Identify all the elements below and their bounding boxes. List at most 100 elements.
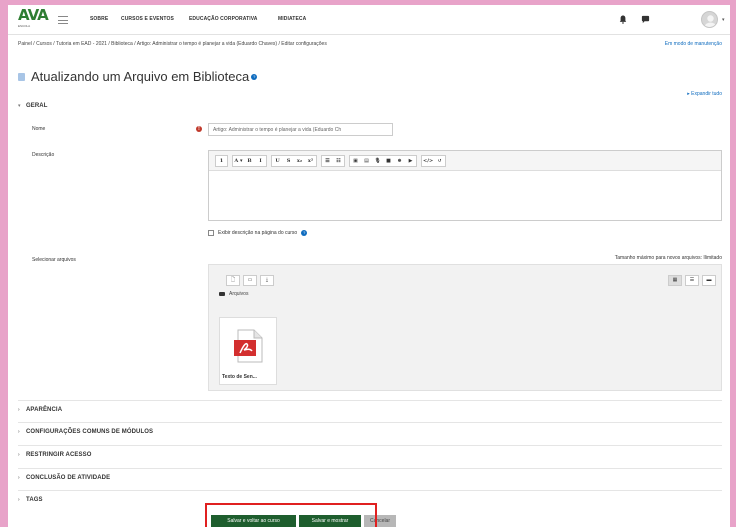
download-icon[interactable]: ⤓ [260, 275, 274, 286]
breadcrumb-item-artigo[interactable]: Artigo: Administrar o tempo é planejar a… [137, 41, 277, 47]
help-icon[interactable]: ? [301, 230, 308, 236]
file-item[interactable]: Texto de Sen... [219, 317, 277, 385]
expand-all-label: Expandir tudo [691, 91, 722, 97]
editor-toolbar-button[interactable]: S [283, 156, 294, 166]
editor-toolbar-button[interactable]: ☷ [333, 156, 344, 166]
name-label: Nome [32, 126, 46, 132]
editor-toolbar-button[interactable]: ▣ [350, 156, 361, 166]
breadcrumb-item-biblioteca[interactable]: Biblioteca [111, 41, 133, 47]
view-icons-icon[interactable]: ▦ [668, 275, 682, 286]
section-aparencia-header[interactable]: › APARÊNCIA [18, 407, 62, 413]
view-list-icon[interactable]: ☰ [685, 275, 699, 286]
logo-subtext: ESCOLA [18, 24, 31, 28]
divider [18, 468, 722, 469]
breadcrumb: Painel / Cursos / Tutoria em EAD - 2021 … [18, 41, 327, 47]
editor-toolbar-button[interactable]: ☰ [322, 156, 333, 166]
divider [18, 445, 722, 446]
hamburger-menu-icon[interactable] [58, 16, 68, 24]
file-icon [18, 72, 25, 81]
breadcrumb-item-cursos[interactable]: Cursos [36, 41, 52, 47]
divider [18, 400, 722, 401]
add-file-icon[interactable]: 🗋 [226, 275, 240, 286]
show-description-row: Exibir descrição na página do curso ? [208, 230, 308, 236]
editor-toolbar-button[interactable]: x₂ [294, 156, 305, 166]
chevron-right-icon: › [18, 429, 20, 435]
editor-toolbar-button[interactable]: B [244, 156, 255, 166]
file-manager-path-label: Arquivos [229, 291, 249, 297]
section-restringir-label: RESTRINGIR ACESSO [26, 452, 92, 458]
editor-toolbar-group: ▣ ▤ 🎙 ■ ⊕ ▶ [349, 154, 417, 167]
description-editor[interactable]: 1A ▾ B I U Sx₂ x² ☰ ☷ ▣ ▤ 🎙 ■ ⊕ ▶ </> ↺ [208, 150, 722, 221]
navbar: AVA ESCOLA SOBRE CURSOS E EVENTOS EDUCAÇ… [8, 5, 730, 35]
section-tags-label: TAGS [26, 497, 43, 503]
editor-toolbar-button[interactable]: I [255, 156, 266, 166]
nav-link-sobre[interactable]: SOBRE [90, 16, 108, 22]
help-icon[interactable]: ? [251, 73, 258, 80]
editor-toolbar: 1A ▾ B I U Sx₂ x² ☰ ☷ ▣ ▤ 🎙 ■ ⊕ ▶ </> ↺ [209, 151, 721, 171]
highlight-annotation [205, 503, 377, 527]
expand-all-link[interactable]: ▸ Expandir tudo [687, 91, 722, 97]
editor-toolbar-button[interactable]: ■ [383, 156, 394, 166]
chevron-right-icon: › [18, 475, 20, 481]
nav-link-cursos-eventos[interactable]: CURSOS E EVENTOS [121, 16, 174, 22]
required-icon: ! [196, 126, 202, 132]
name-input[interactable]: Artigo: Administrar o tempo é planejar a… [208, 123, 393, 136]
breadcrumb-item-editar: Editar configurações [281, 41, 327, 47]
description-label: Descrição [32, 152, 55, 158]
editor-toolbar-button[interactable]: </> [422, 156, 434, 166]
chevron-right-icon: › [18, 452, 20, 458]
editor-toolbar-group: A ▾ B I [232, 154, 267, 167]
editor-toolbar-button[interactable]: 🎙 [372, 156, 383, 166]
page-title-text: Atualizando um Arquivo em Biblioteca [31, 69, 250, 84]
section-geral-label: GERAL [26, 103, 48, 109]
section-conclusao-header[interactable]: › CONCLUSÃO DE ATIVIDADE [18, 475, 110, 481]
folder-icon [219, 292, 225, 296]
page: AVA ESCOLA SOBRE CURSOS E EVENTOS EDUCAÇ… [8, 5, 730, 527]
chat-icon[interactable] [641, 15, 650, 24]
chevron-down-icon: ▾ [18, 103, 21, 109]
logo-text: AVA [18, 6, 49, 24]
file-manager: 🗋 ▭ ⤓ ▦ ☰ ▬ Arquivos Texto de Sen... [208, 264, 722, 391]
chevron-right-icon: › [18, 497, 20, 503]
chevron-right-icon: › [18, 407, 20, 413]
bell-icon[interactable] [619, 15, 627, 24]
section-config-comuns-header[interactable]: › CONFIGURAÇÕES COMUNS DE MÓDULOS [18, 429, 153, 435]
nav-link-educacao-corporativa[interactable]: EDUCAÇÃO CORPORATIVA [189, 16, 257, 22]
page-title: Atualizando um Arquivo em Biblioteca ? [18, 69, 258, 84]
user-menu-chevron-down-icon[interactable]: ▾ [722, 17, 725, 23]
editor-toolbar-group: ☰ ☷ [321, 154, 345, 167]
site-logo[interactable]: AVA ESCOLA [18, 6, 49, 30]
editor-toolbar-group: U Sx₂ x² [271, 154, 317, 167]
section-aparencia-label: APARÊNCIA [26, 407, 63, 413]
select-files-label: Selecionar arquivos [32, 257, 76, 263]
section-conclusao-label: CONCLUSÃO DE ATIVIDADE [26, 475, 111, 481]
section-restringir-header[interactable]: › RESTRINGIR ACESSO [18, 452, 92, 458]
file-manager-path[interactable]: Arquivos [219, 291, 248, 297]
editor-toolbar-button[interactable]: A ▾ [233, 156, 244, 166]
breadcrumb-item-course[interactable]: Tutoria em EAD - 2021 [56, 41, 107, 47]
editor-toolbar-button[interactable]: ↺ [434, 156, 445, 166]
view-tree-icon[interactable]: ▬ [702, 275, 716, 286]
maintenance-mode-link[interactable]: Em modo de manutenção [665, 41, 722, 47]
pdf-file-icon [234, 329, 263, 363]
divider [18, 422, 722, 423]
editor-toolbar-button[interactable]: U [272, 156, 283, 166]
create-folder-icon[interactable]: ▭ [243, 275, 257, 286]
editor-toolbar-group: 1 [215, 154, 228, 167]
show-description-checkbox[interactable] [208, 230, 214, 236]
user-avatar[interactable] [701, 11, 718, 28]
show-description-label: Exibir descrição na página do curso [218, 230, 298, 236]
divider [18, 490, 722, 491]
editor-toolbar-group: </> ↺ [421, 154, 447, 167]
section-geral-header[interactable]: ▾ GERAL [18, 103, 48, 109]
editor-toolbar-button[interactable]: ⊕ [394, 156, 405, 166]
breadcrumb-item-painel[interactable]: Painel [18, 41, 32, 47]
section-config-comuns-label: CONFIGURAÇÕES COMUNS DE MÓDULOS [26, 429, 154, 435]
section-tags-header[interactable]: › TAGS [18, 497, 43, 503]
editor-toolbar-button[interactable]: ▤ [361, 156, 372, 166]
editor-toolbar-button[interactable]: x² [305, 156, 316, 166]
editor-toolbar-button[interactable]: ▶ [405, 156, 416, 166]
max-file-size-text: Tamanho máximo para novos arquivos: Ilim… [614, 255, 722, 261]
nav-link-midiateca[interactable]: MIDIATECA [278, 16, 306, 22]
editor-toolbar-button[interactable]: 1 [216, 156, 227, 166]
